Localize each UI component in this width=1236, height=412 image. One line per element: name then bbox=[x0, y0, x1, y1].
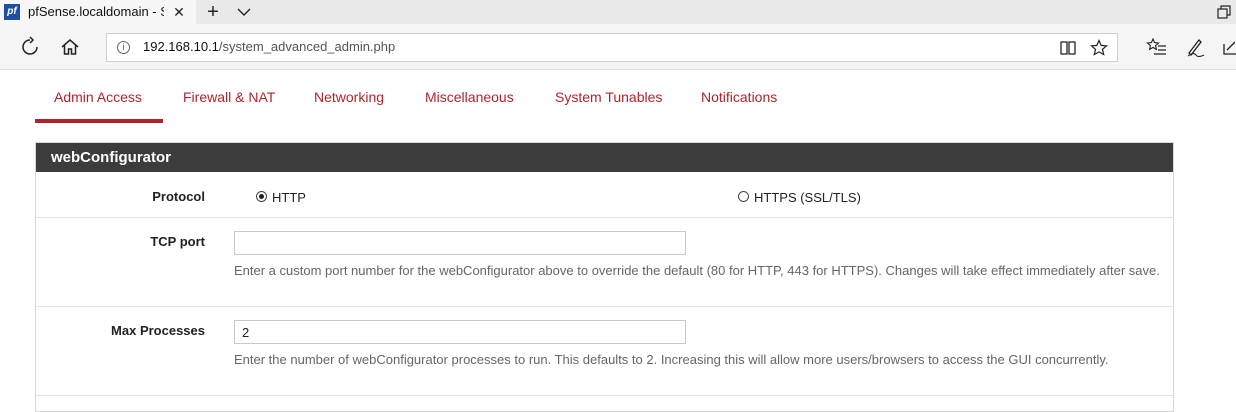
tab-notifications[interactable]: Notifications bbox=[701, 89, 777, 105]
tab-networking[interactable]: Networking bbox=[314, 89, 384, 105]
tab-system-tunables[interactable]: System Tunables bbox=[555, 89, 662, 105]
panel-header: webConfigurator bbox=[36, 143, 1173, 172]
active-tab-underline bbox=[35, 119, 163, 123]
tcp-port-input[interactable] bbox=[234, 231, 686, 255]
tcp-port-help-text: Enter a custom port number for the webCo… bbox=[234, 263, 1160, 278]
reading-view-icon[interactable] bbox=[1058, 38, 1078, 58]
protocol-row: Protocol HTTP HTTPS (SSL/TLS) bbox=[36, 172, 1173, 218]
tab-firewall-nat[interactable]: Firewall & NAT bbox=[183, 89, 275, 105]
address-bar[interactable]: i 192.168.10.1/system_advanced_admin.php bbox=[106, 33, 1118, 62]
tcp-port-label: TCP port bbox=[150, 234, 205, 249]
tab-admin-access[interactable]: Admin Access bbox=[54, 89, 142, 105]
panel-title: webConfigurator bbox=[51, 149, 171, 166]
max-processes-row: Max Processes Enter the number of webCon… bbox=[36, 307, 1173, 396]
advanced-settings-tabs: Admin Access Firewall & NAT Networking M… bbox=[35, 70, 1185, 125]
url-host: 192.168.10.1 bbox=[143, 39, 219, 54]
new-tab-icon[interactable]: + bbox=[203, 1, 223, 23]
share-icon[interactable] bbox=[1222, 36, 1236, 58]
favorites-hub-icon[interactable] bbox=[1146, 36, 1168, 58]
browser-tab[interactable]: pf pfSense.localdomain - S ✕ bbox=[0, 0, 196, 24]
url-text[interactable]: 192.168.10.1/system_advanced_admin.php bbox=[143, 39, 395, 54]
info-icon[interactable]: i bbox=[117, 41, 130, 54]
browser-nav-bar: i 192.168.10.1/system_advanced_admin.php bbox=[0, 24, 1236, 70]
protocol-http-radio[interactable] bbox=[256, 191, 267, 202]
protocol-https-label[interactable]: HTTPS (SSL/TLS) bbox=[754, 190, 861, 205]
home-icon[interactable] bbox=[59, 36, 81, 58]
refresh-icon[interactable] bbox=[19, 36, 41, 58]
url-path: /system_advanced_admin.php bbox=[218, 39, 396, 54]
webconfigurator-panel: webConfigurator Protocol HTTP HTTPS (SSL… bbox=[35, 142, 1174, 412]
max-processes-help-text: Enter the number of webConfigurator proc… bbox=[234, 352, 1109, 367]
close-tab-icon[interactable]: ✕ bbox=[170, 2, 188, 22]
max-processes-label: Max Processes bbox=[111, 323, 205, 338]
pfsense-favicon-icon: pf bbox=[4, 4, 20, 20]
protocol-http-label[interactable]: HTTP bbox=[272, 190, 306, 205]
favorite-star-icon[interactable] bbox=[1089, 38, 1109, 58]
protocol-label: Protocol bbox=[152, 189, 205, 204]
tcp-port-row: TCP port Enter a custom port number for … bbox=[36, 218, 1173, 307]
chevron-down-icon[interactable] bbox=[234, 2, 254, 22]
web-note-pen-icon[interactable] bbox=[1184, 36, 1206, 58]
browser-tab-bar: pf pfSense.localdomain - S ✕ + bbox=[0, 0, 1236, 24]
protocol-https-radio[interactable] bbox=[738, 191, 749, 202]
max-processes-input[interactable] bbox=[234, 320, 686, 344]
restore-window-icon[interactable] bbox=[1216, 4, 1232, 20]
tab-title: pfSense.localdomain - S bbox=[28, 4, 164, 19]
tab-miscellaneous[interactable]: Miscellaneous bbox=[425, 89, 514, 105]
